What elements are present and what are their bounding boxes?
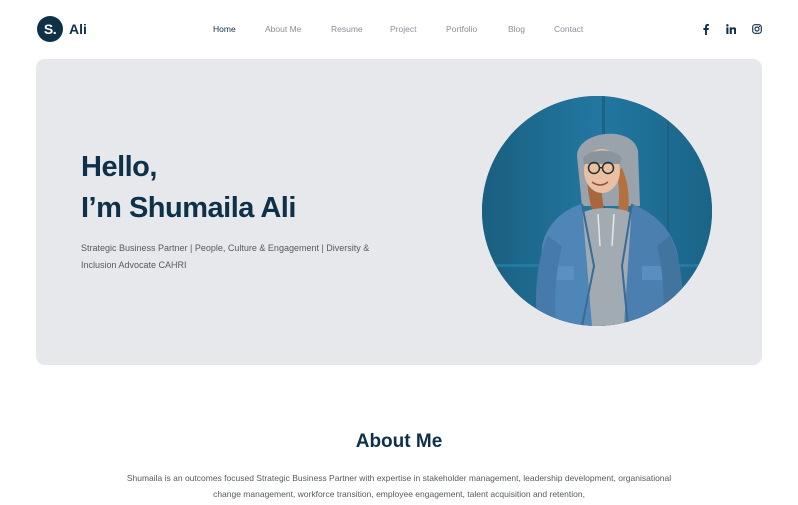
nav-item-contact[interactable]: Contact <box>554 24 583 34</box>
facebook-icon[interactable] <box>699 22 713 36</box>
about-text: Shumaila is an outcomes focused Strategi… <box>126 473 672 499</box>
hero-section: Hello, I’m Shumaila Ali Strategic Busine… <box>36 59 762 365</box>
nav-item-resume[interactable]: Resume <box>331 24 363 34</box>
main-nav: Home About Me Resume Project Portfolio B… <box>0 24 798 36</box>
hero-tagline: Strategic Business Partner | People, Cul… <box>81 243 370 270</box>
nav-item-blog[interactable]: Blog <box>508 24 525 34</box>
nav-item-portfolio[interactable]: Portfolio <box>446 24 477 34</box>
nav-item-about-me[interactable]: About Me <box>265 24 301 34</box>
hero-greeting: Hello, <box>81 151 157 183</box>
profile-photo <box>482 96 712 326</box>
site-header: S. Ali Home About Me Resume Project Port… <box>0 0 798 58</box>
nav-item-home[interactable]: Home <box>213 24 236 34</box>
linkedin-icon[interactable] <box>724 22 738 36</box>
profile-photo-illustration <box>482 96 712 326</box>
nav-item-project[interactable]: Project <box>390 24 416 34</box>
about-title: About Me <box>355 431 443 452</box>
instagram-icon[interactable] <box>750 22 764 36</box>
hero-name: I’m Shumaila Ali <box>81 192 296 224</box>
